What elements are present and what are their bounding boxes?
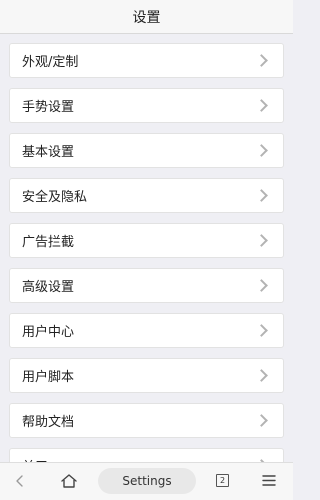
bottom-toolbar: Settings 2 bbox=[0, 462, 293, 500]
chevron-right-icon bbox=[255, 414, 268, 427]
chevron-right-icon bbox=[255, 99, 268, 112]
menu-item-ad-block[interactable]: 广告拦截 bbox=[9, 223, 284, 258]
page-title: 设置 bbox=[132, 9, 161, 26]
top-bar: 设置 bbox=[0, 0, 293, 34]
back-icon[interactable] bbox=[14, 475, 26, 487]
chevron-right-icon bbox=[255, 369, 268, 382]
menu-item-label: 安全及隐私 bbox=[22, 190, 88, 205]
menu-item-user-center[interactable]: 用户中心 bbox=[9, 313, 284, 348]
menu-item-help-docs[interactable]: 帮助文档 bbox=[9, 403, 284, 438]
menu-item-label: 基本设置 bbox=[22, 145, 75, 160]
chevron-right-icon bbox=[255, 144, 268, 157]
menu-item-basic[interactable]: 基本设置 bbox=[9, 133, 284, 168]
menu-item-label: 广告拦截 bbox=[22, 235, 75, 250]
chevron-right-icon bbox=[255, 189, 268, 202]
home-icon[interactable] bbox=[60, 473, 78, 489]
hamburger-menu-icon[interactable] bbox=[262, 474, 276, 487]
menu-item-appearance[interactable]: 外观/定制 bbox=[9, 43, 284, 78]
menu-item-label: 帮助文档 bbox=[22, 415, 75, 430]
menu-item-user-scripts[interactable]: 用户脚本 bbox=[9, 358, 284, 393]
chevron-right-icon bbox=[255, 54, 268, 67]
menu-item-label: 高级设置 bbox=[22, 280, 75, 295]
menu-item-label: 用户中心 bbox=[22, 325, 75, 340]
settings-menu-list: 外观/定制 手势设置 基本设置 安全及隐私 广告拦截 高级设置 用户中心 用户脚… bbox=[9, 43, 284, 462]
menu-item-label: 外观/定制 bbox=[22, 55, 79, 70]
address-bar-text: Settings bbox=[122, 474, 172, 488]
address-bar[interactable]: Settings bbox=[98, 468, 196, 494]
chevron-right-icon bbox=[255, 234, 268, 247]
menu-item-security-privacy[interactable]: 安全及隐私 bbox=[9, 178, 284, 213]
tab-count: 2 bbox=[219, 475, 226, 485]
chevron-right-icon bbox=[255, 324, 268, 337]
chevron-right-icon bbox=[255, 279, 268, 292]
settings-content[interactable]: 外观/定制 手势设置 基本设置 安全及隐私 广告拦截 高级设置 用户中心 用户脚… bbox=[0, 34, 293, 462]
menu-item-gestures[interactable]: 手势设置 bbox=[9, 88, 284, 123]
menu-item-label: 手势设置 bbox=[22, 100, 75, 115]
tabs-button[interactable]: 2 bbox=[216, 474, 229, 487]
menu-item-about[interactable]: 关于 bbox=[9, 448, 284, 462]
menu-item-label: 用户脚本 bbox=[22, 370, 75, 385]
menu-item-advanced[interactable]: 高级设置 bbox=[9, 268, 284, 303]
